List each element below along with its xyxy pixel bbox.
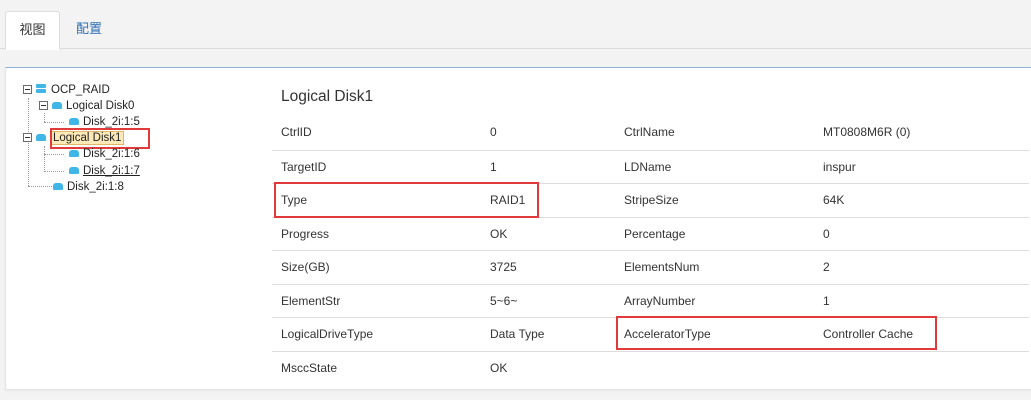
tree-node-label: Logical Disk0 xyxy=(66,100,135,112)
field-key: ElementStr xyxy=(281,293,341,308)
field-key: StripeSize xyxy=(624,193,679,207)
field-key: LogicalDriveType xyxy=(281,327,374,341)
table-row: CtrlID 0 CtrlName MT0808M6R (0) xyxy=(272,116,1029,150)
table-row: Size(GB) 3725 ElementsNum 2 xyxy=(272,250,1029,284)
tree-node-label: OCP_RAID xyxy=(51,84,110,96)
tree-node-label: Disk_2i:1:6 xyxy=(83,148,140,160)
field-key: Size(GB) xyxy=(281,260,330,274)
disk-icon xyxy=(69,150,79,157)
highlight-box xyxy=(616,316,937,350)
field-key: CtrlName xyxy=(624,125,675,139)
table-row: Progress OK Percentage 0 xyxy=(272,216,1029,251)
field-key: LDName xyxy=(624,159,672,174)
field-key: Percentage xyxy=(624,226,686,241)
tree-node-disk-2i-1-6[interactable]: Disk_2i:1:6 xyxy=(69,146,140,162)
tree-node-disk-2i-1-7[interactable]: Disk_2i:1:7 xyxy=(69,163,140,179)
tab-bar: 视图 配置 xyxy=(0,0,1031,50)
raid-controller-icon xyxy=(36,84,46,94)
field-value: 64K xyxy=(823,193,845,207)
disk-icon xyxy=(52,102,62,109)
tree-node-ocp-raid[interactable]: OCP_RAID xyxy=(23,82,110,98)
tree-connector xyxy=(44,146,45,172)
disk-icon xyxy=(69,118,79,125)
field-value: 3725 xyxy=(490,260,517,274)
field-value: inspur xyxy=(823,159,856,174)
tree-connector xyxy=(44,171,64,172)
tree-connector xyxy=(44,113,45,122)
tree-node-logical-disk0[interactable]: Logical Disk0 xyxy=(39,98,134,114)
tree-connector xyxy=(44,122,64,123)
field-value: 1 xyxy=(823,293,830,308)
table-row: TargetID 1 LDName inspur xyxy=(272,149,1029,184)
field-value: 1 xyxy=(490,159,497,174)
field-key: ElementsNum xyxy=(624,260,700,274)
field-key: CtrlID xyxy=(281,125,312,139)
tree-connector xyxy=(44,154,64,155)
tree-node-label: Disk_2i:1:7 xyxy=(83,165,140,177)
raid-tree: OCP_RAID Logical Disk0 Disk_2i:1:5 Logic… xyxy=(6,68,256,389)
field-key: ArrayNumber xyxy=(624,293,696,308)
tree-node-disk-2i-1-8[interactable]: Disk_2i:1:8 xyxy=(53,179,124,195)
field-value: Data Type xyxy=(490,327,545,341)
highlight-box xyxy=(274,182,539,218)
field-key: Progress xyxy=(281,226,330,241)
field-value: 2 xyxy=(823,260,830,274)
detail-pane: Logical Disk1 CtrlID 0 CtrlName MT0808M6… xyxy=(272,68,1031,389)
field-value: 0 xyxy=(823,226,830,241)
field-value: 5~6~ xyxy=(490,293,518,308)
field-value: 0 xyxy=(490,125,497,139)
collapse-icon[interactable] xyxy=(23,85,32,94)
field-key: TargetID xyxy=(281,159,327,174)
disk-icon xyxy=(36,134,46,141)
disk-icon xyxy=(53,183,63,190)
detail-title: Logical Disk1 xyxy=(281,88,374,105)
disk-icon xyxy=(69,167,79,174)
collapse-icon[interactable] xyxy=(39,101,48,110)
main-panel: OCP_RAID Logical Disk0 Disk_2i:1:5 Logic… xyxy=(5,67,1031,390)
field-value: OK xyxy=(490,226,508,241)
tree-node-label: Disk_2i:1:5 xyxy=(83,116,140,128)
field-key: MsccState xyxy=(281,360,338,375)
tree-connector xyxy=(28,186,52,187)
tab-view[interactable]: 视图 xyxy=(5,11,60,50)
tab-config[interactable]: 配置 xyxy=(62,11,116,50)
collapse-icon[interactable] xyxy=(23,133,32,142)
tree-node-label: Disk_2i:1:8 xyxy=(67,181,124,193)
table-row: MsccState OK xyxy=(272,350,1029,385)
table-row: ElementStr 5~6~ ArrayNumber 1 xyxy=(272,283,1029,318)
field-value: OK xyxy=(490,360,508,375)
field-value: MT0808M6R (0) xyxy=(823,125,911,139)
